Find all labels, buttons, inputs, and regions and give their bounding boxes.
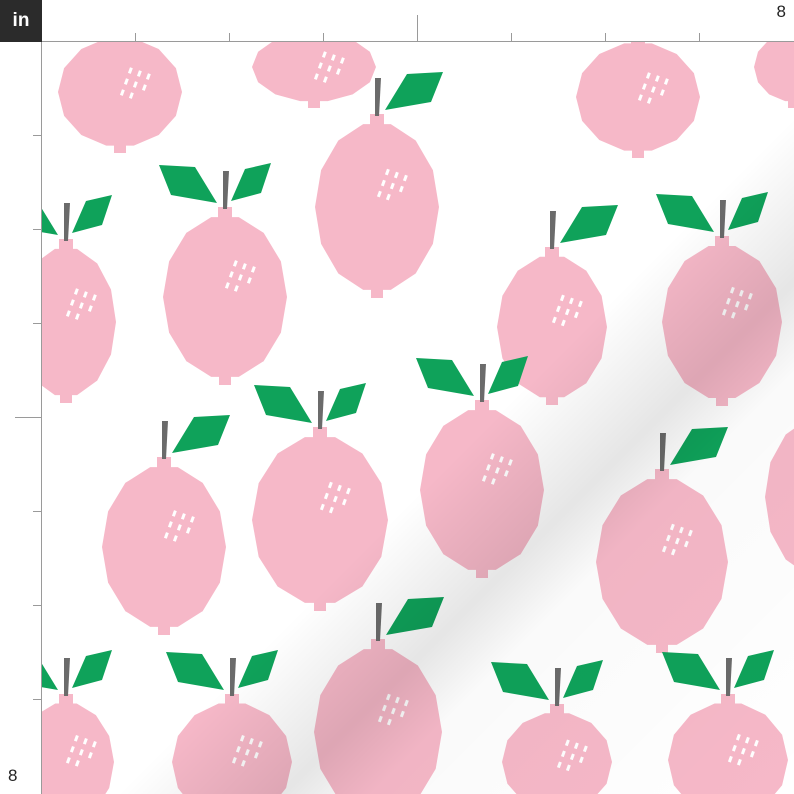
ruler-tick [33,229,41,230]
top-ruler: 8 [42,0,794,42]
ruler-tick [15,417,41,418]
unit-badge: in [0,0,42,42]
ruler-tick [417,15,418,41]
ruler-tick [605,33,606,41]
left-ruler-end-label: 8 [8,766,18,785]
lemon-pattern [42,42,794,794]
ruler-tick [33,699,41,700]
fabric-preview: in 8 8 [0,0,794,794]
ruler-tick [33,135,41,136]
left-ruler: 8 [0,42,42,794]
ruler-tick [699,33,700,41]
ruler-tick [33,323,41,324]
ruler-tick [33,511,41,512]
ruler-tick [135,33,136,41]
top-ruler-end-label: 8 [776,2,786,21]
ruler-tick [323,33,324,41]
fabric-fold-shadow [42,42,794,794]
ruler-tick [229,33,230,41]
ruler-tick [511,33,512,41]
ruler-tick [33,605,41,606]
fabric-swatch [42,42,794,794]
